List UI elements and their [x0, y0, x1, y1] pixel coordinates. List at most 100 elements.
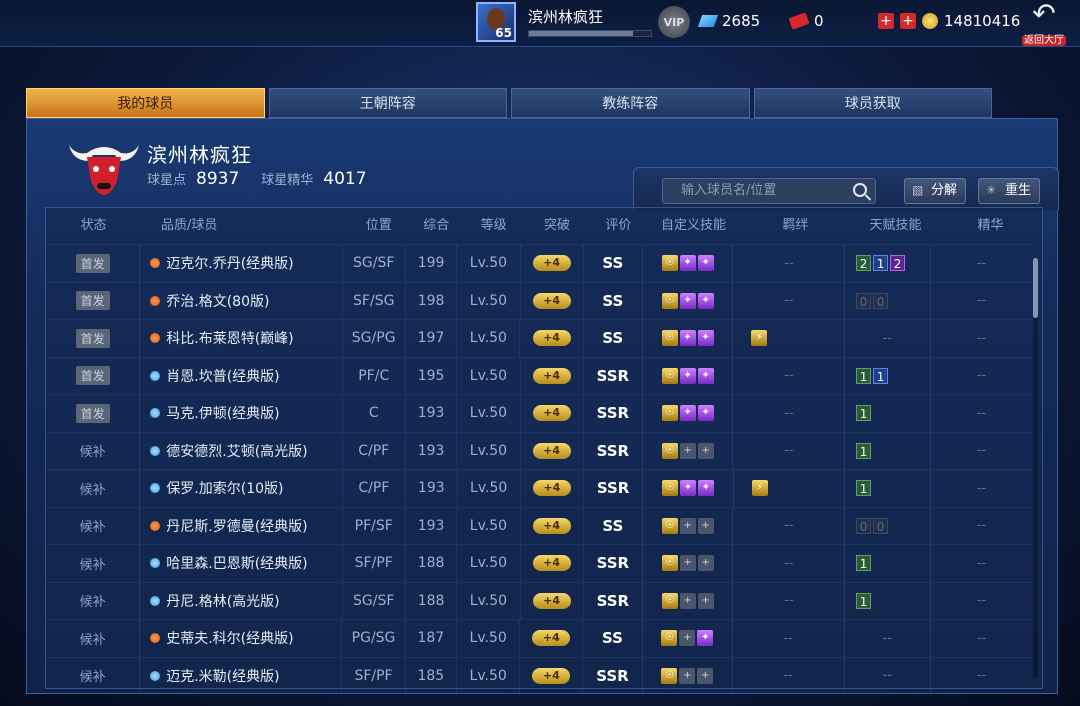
talent-level-badge[interactable]: 1: [873, 255, 889, 272]
coin-counter[interactable]: + + 14810416: [878, 12, 1020, 30]
player-name[interactable]: 丹尼.格林(高光版): [166, 591, 279, 611]
skill-icon[interactable]: ✦: [679, 292, 696, 309]
skill-icon[interactable]: ☉: [661, 592, 678, 609]
tab-my-players[interactable]: 我的球员: [26, 88, 265, 118]
col-header-grade[interactable]: 评价: [589, 208, 648, 244]
table-row[interactable]: 候补 哈里森.巴恩斯(经典版) SF/PF 188 Lv.50 +4 SSR ☉ + + -- 1 --: [46, 544, 1032, 582]
table-row[interactable]: 候补 史蒂夫.科尔(经典版) PG/SG 187 Lv.50 +4 SS ☉ + ✦ -- -- --: [46, 619, 1032, 657]
skill-icon[interactable]: ✦: [679, 367, 696, 384]
col-header-position[interactable]: 位置: [347, 208, 410, 244]
player-name[interactable]: 科比.布莱恩特(巅峰): [166, 328, 293, 348]
col-header-breakthrough[interactable]: 突破: [525, 208, 588, 244]
col-header-overall[interactable]: 综合: [410, 208, 461, 244]
skill-icon[interactable]: ☉: [661, 517, 678, 534]
player-cell[interactable]: 科比.布莱恩特(巅峰): [139, 320, 341, 357]
bond-icon[interactable]: ⚡: [751, 480, 768, 497]
player-cell[interactable]: 丹尼斯.罗德曼(经典版): [139, 507, 341, 544]
player-cell[interactable]: 迈克.米勒(经典版): [139, 657, 341, 694]
add-skill-icon[interactable]: +: [679, 667, 696, 684]
player-cell[interactable]: 史蒂夫.科尔(经典版): [139, 620, 341, 657]
talent-level-badge[interactable]: 2: [890, 255, 906, 272]
table-row[interactable]: 候补 迈克.米勒(经典版) SF/PF 185 Lv.50 +4 SSR ☉ + + -- -- --: [46, 656, 1032, 694]
tab-dynasty-lineup[interactable]: 王朝阵容: [268, 88, 507, 118]
talent-level-badge[interactable]: 1: [856, 442, 872, 459]
talent-level-badge[interactable]: 1: [856, 480, 872, 497]
col-header-bond[interactable]: 羁绊: [739, 208, 852, 244]
player-name[interactable]: 德安德烈.艾顿(高光版): [166, 441, 307, 461]
decompose-button[interactable]: ▧ 分解: [904, 178, 967, 204]
table-row[interactable]: 候补 丹尼斯.罗德曼(经典版) PF/SF 193 Lv.50 +4 SS ☉ + + -- 0 0 --: [46, 506, 1032, 544]
scrollbar[interactable]: [1033, 258, 1038, 678]
talent-level-badge[interactable]: 2: [856, 255, 872, 272]
skill-icon[interactable]: ✦: [679, 480, 696, 497]
skill-icon[interactable]: ✦: [679, 330, 696, 347]
table-row[interactable]: 首发 肖恩.坎普(经典版) PF/C 195 Lv.50 +4 SSR ☉ ✦ ✦ -- 1 1 --: [46, 356, 1032, 394]
skill-icon[interactable]: ✦: [697, 292, 714, 309]
add-skill-icon[interactable]: +: [697, 592, 714, 609]
player-name[interactable]: 史蒂夫.科尔(经典版): [166, 628, 293, 648]
table-row[interactable]: 首发 迈克尔.乔丹(经典版) SG/SF 199 Lv.50 +4 SS ☉ ✦ ✦ -- 2 1 2 --: [46, 244, 1032, 282]
skill-icon[interactable]: ☉: [661, 292, 678, 309]
skill-icon[interactable]: ☉: [661, 667, 678, 684]
skill-icon[interactable]: ☉: [661, 405, 678, 422]
add-skill-icon[interactable]: +: [679, 630, 696, 647]
add-skill-icon[interactable]: +: [679, 592, 696, 609]
add-skill-icon[interactable]: +: [679, 442, 696, 459]
player-name[interactable]: 迈克.米勒(经典版): [166, 666, 279, 686]
avatar[interactable]: 65: [476, 2, 516, 42]
player-cell[interactable]: 迈克尔.乔丹(经典版): [139, 245, 341, 282]
player-cell[interactable]: 马克.伊顿(经典版): [139, 395, 341, 432]
talent-level-badge[interactable]: 0: [873, 517, 889, 534]
skill-icon[interactable]: ✦: [697, 367, 714, 384]
add-skill-icon[interactable]: +: [697, 667, 714, 684]
col-header-essence[interactable]: 精华: [939, 208, 1042, 244]
skill-icon[interactable]: ✦: [679, 255, 696, 272]
player-cell[interactable]: 丹尼.格林(高光版): [139, 582, 341, 619]
talent-level-badge[interactable]: 0: [873, 292, 889, 309]
skill-icon[interactable]: ☉: [661, 255, 678, 272]
skill-icon[interactable]: ☉: [661, 442, 678, 459]
ticket-counter[interactable]: 0: [788, 12, 824, 30]
player-name[interactable]: 马克.伊顿(经典版): [166, 403, 279, 423]
col-header-status[interactable]: 状态: [46, 208, 141, 244]
player-name[interactable]: 保罗.加索尔(10版): [166, 478, 283, 498]
player-cell[interactable]: 保罗.加索尔(10版): [139, 470, 341, 507]
table-row[interactable]: 候补 丹尼.格林(高光版) SG/SF 188 Lv.50 +4 SSR ☉ + + -- 1 --: [46, 581, 1032, 619]
talent-level-badge[interactable]: 1: [856, 592, 872, 609]
table-row[interactable]: 候补 德安德烈.艾顿(高光版) C/PF 193 Lv.50 +4 SSR ☉ + + -- 1 --: [46, 431, 1032, 469]
talent-level-badge[interactable]: 0: [856, 292, 872, 309]
col-header-player[interactable]: 品质/球员: [141, 208, 347, 244]
col-header-custom-skills[interactable]: 自定义技能: [648, 208, 739, 244]
skill-icon[interactable]: ☉: [661, 480, 678, 497]
scroll-thumb[interactable]: [1033, 258, 1038, 318]
table-row[interactable]: 首发 科比.布莱恩特(巅峰) SG/PG 197 Lv.50 +4 SS ☉ ✦ ✦ ⚡ -- --: [46, 319, 1032, 357]
col-header-level[interactable]: 等级: [462, 208, 525, 244]
player-name[interactable]: 乔治.格文(80版): [166, 291, 269, 311]
search-input[interactable]: [663, 179, 851, 202]
skill-icon[interactable]: ☉: [661, 555, 678, 572]
talent-level-badge[interactable]: 1: [856, 555, 872, 572]
player-cell[interactable]: 乔治.格文(80版): [139, 282, 341, 319]
player-name[interactable]: 哈里森.巴恩斯(经典版): [166, 553, 307, 573]
talent-level-badge[interactable]: 0: [856, 517, 872, 534]
player-name[interactable]: 迈克尔.乔丹(经典版): [166, 253, 293, 273]
skill-icon[interactable]: ✦: [697, 330, 714, 347]
table-row[interactable]: 候补 保罗.加索尔(10版) C/PF 193 Lv.50 +4 SSR ☉ ✦ ✦ ⚡ 1 --: [46, 469, 1032, 507]
player-name[interactable]: 肖恩.坎普(经典版): [166, 366, 279, 386]
player-name[interactable]: 丹尼斯.罗德曼(经典版): [166, 516, 307, 536]
talent-level-badge[interactable]: 1: [856, 367, 872, 384]
add-skill-icon[interactable]: +: [679, 555, 696, 572]
add-skill-icon[interactable]: +: [679, 517, 696, 534]
tab-player-acquire[interactable]: 球员获取: [753, 88, 992, 118]
talent-level-badge[interactable]: 1: [873, 367, 889, 384]
col-header-talent-skills[interactable]: 天赋技能: [852, 208, 939, 244]
add-skill-icon[interactable]: +: [697, 517, 714, 534]
player-cell[interactable]: 肖恩.坎普(经典版): [139, 357, 341, 394]
add-skill-icon[interactable]: +: [697, 442, 714, 459]
plus-icon[interactable]: +: [878, 13, 894, 29]
vip-badge-icon[interactable]: VIP: [658, 6, 690, 38]
table-row[interactable]: 首发 马克.伊顿(经典版) C 193 Lv.50 +4 SSR ☉ ✦ ✦ -- 1 --: [46, 394, 1032, 432]
tab-coach-lineup[interactable]: 教练阵容: [511, 88, 750, 118]
back-to-lobby-button[interactable]: ↶ 返回大厅: [1018, 0, 1070, 46]
search-icon[interactable]: [853, 183, 867, 197]
